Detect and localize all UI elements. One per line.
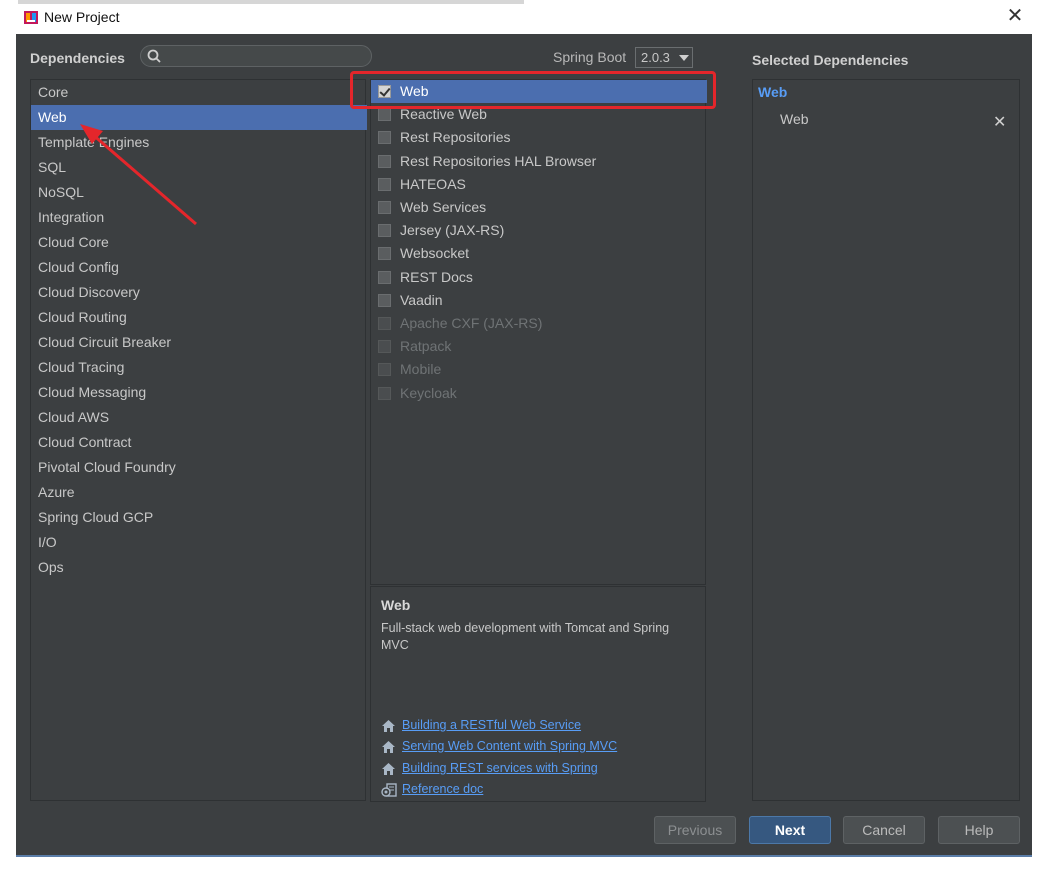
annotation-arrow: [80, 124, 197, 226]
